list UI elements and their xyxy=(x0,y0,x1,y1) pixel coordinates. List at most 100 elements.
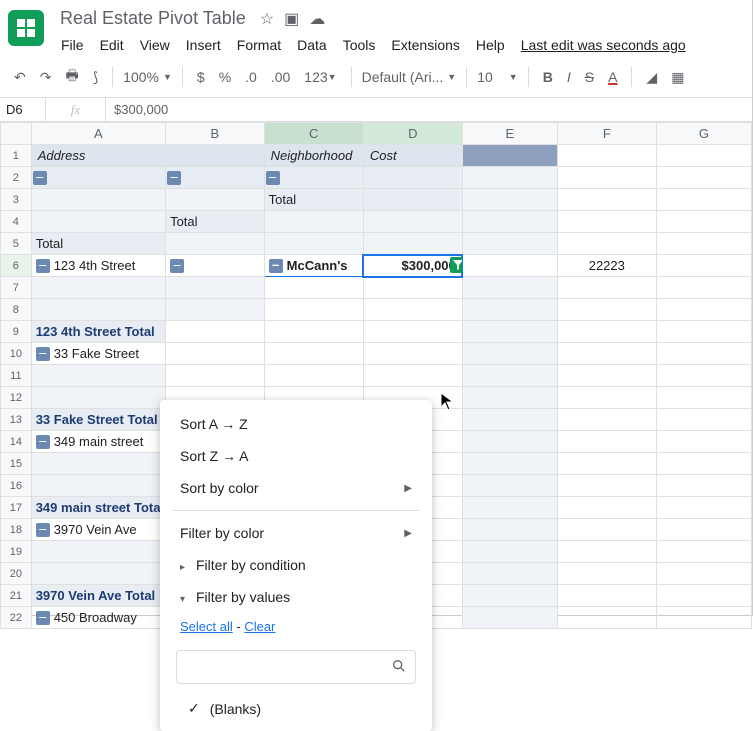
cloud-icon[interactable]: ☁ xyxy=(309,9,325,29)
col-header-f[interactable]: F xyxy=(557,123,656,145)
cell[interactable]: 3970 Vein Ave Total xyxy=(31,585,165,607)
row-header[interactable]: 22 xyxy=(1,607,32,629)
row-header[interactable]: 11 xyxy=(1,365,32,387)
sheets-app-icon[interactable] xyxy=(8,10,44,46)
row-header[interactable]: 2 xyxy=(1,167,32,189)
filter-icon[interactable] xyxy=(450,257,463,273)
cell[interactable]: 22223 xyxy=(557,255,656,277)
collapse-icon[interactable]: – xyxy=(36,523,50,537)
percent-button[interactable]: % xyxy=(215,67,235,87)
row-header[interactable]: 21 xyxy=(1,585,32,607)
italic-button[interactable]: I xyxy=(563,67,575,87)
font-select[interactable]: Default (Ari...▼ xyxy=(362,69,457,85)
cell[interactable]: –450 Broadway xyxy=(31,607,165,629)
undo-button[interactable]: ↶ xyxy=(10,67,30,88)
pivot-header-neighborhood[interactable]: Neighborhood xyxy=(264,145,363,167)
cell[interactable]: 33 Fake Street Total xyxy=(31,409,165,431)
cell[interactable]: 349 main street Total xyxy=(31,497,165,519)
col-header-c[interactable]: C xyxy=(264,123,363,145)
last-edit-link[interactable]: Last edit was seconds ago xyxy=(514,33,693,57)
filter-search-input[interactable] xyxy=(185,658,391,676)
row-header[interactable]: 1 xyxy=(1,145,32,167)
row-header[interactable]: 5 xyxy=(1,233,32,255)
filter-search[interactable] xyxy=(176,650,416,684)
paint-format-button[interactable]: ⟆ xyxy=(89,67,102,88)
sort-az[interactable]: Sort A → Z xyxy=(160,408,432,440)
cell[interactable]: – xyxy=(166,255,265,277)
menu-help[interactable]: Help xyxy=(469,33,512,57)
menu-insert[interactable]: Insert xyxy=(179,33,228,57)
menu-tools[interactable]: Tools xyxy=(336,33,383,57)
select-all-corner[interactable] xyxy=(1,123,32,145)
bold-button[interactable]: B xyxy=(539,67,557,87)
menu-extensions[interactable]: Extensions xyxy=(384,33,466,57)
move-icon[interactable]: ▣ xyxy=(284,9,299,29)
redo-button[interactable]: ↷ xyxy=(36,67,56,88)
row-header[interactable]: 14 xyxy=(1,431,32,453)
print-button[interactable]: 🖶 xyxy=(61,63,82,91)
row-header[interactable]: 18 xyxy=(1,519,32,541)
cell[interactable]: 123 4th Street Total xyxy=(31,321,165,343)
collapse-icon[interactable]: – xyxy=(266,171,280,185)
decrease-decimal-button[interactable]: .0 xyxy=(241,67,261,87)
zoom-select[interactable]: 100%▼ xyxy=(123,69,172,85)
row-header[interactable]: 7 xyxy=(1,277,32,299)
name-box[interactable]: D6 xyxy=(0,98,46,121)
row-header[interactable]: 13 xyxy=(1,409,32,431)
row-header[interactable]: 6 xyxy=(1,255,32,277)
collapse-icon[interactable]: – xyxy=(36,347,50,361)
borders-button[interactable]: ▦ xyxy=(667,67,688,88)
strike-button[interactable]: S xyxy=(581,67,598,87)
currency-button[interactable]: $ xyxy=(193,67,209,87)
row-header[interactable]: 15 xyxy=(1,453,32,475)
filter-by-condition[interactable]: ▸Filter by condition xyxy=(160,549,432,581)
fill-color-button[interactable]: ◢ xyxy=(642,67,661,88)
increase-decimal-button[interactable]: .00 xyxy=(267,67,294,87)
collapse-icon[interactable]: – xyxy=(36,259,50,273)
text-color-button[interactable]: A xyxy=(604,67,621,87)
menu-edit[interactable]: Edit xyxy=(93,33,131,57)
row-header[interactable]: 3 xyxy=(1,189,32,211)
collapse-icon[interactable]: – xyxy=(167,171,181,185)
filter-by-color[interactable]: Filter by color▶ xyxy=(160,517,432,549)
font-size-select[interactable]: 10▼ xyxy=(477,69,518,85)
filter-by-values[interactable]: ▾Filter by values xyxy=(160,581,432,613)
menu-file[interactable]: File xyxy=(54,33,91,57)
select-all-link[interactable]: Select all xyxy=(180,619,233,634)
row-header[interactable]: 4 xyxy=(1,211,32,233)
cell[interactable]: –33 Fake Street xyxy=(31,343,165,365)
selected-cell[interactable]: $300,000 xyxy=(363,255,462,277)
col-header-e[interactable]: E xyxy=(462,123,557,145)
formula-input[interactable]: $300,000 xyxy=(106,102,176,117)
collapse-icon[interactable]: – xyxy=(170,259,184,273)
menu-data[interactable]: Data xyxy=(290,33,334,57)
menu-view[interactable]: View xyxy=(133,33,177,57)
row-header[interactable]: 8 xyxy=(1,299,32,321)
document-title[interactable]: Real Estate Pivot Table xyxy=(54,6,252,31)
row-header[interactable]: 17 xyxy=(1,497,32,519)
collapse-icon[interactable]: – xyxy=(33,171,47,185)
collapse-icon[interactable]: – xyxy=(36,435,50,449)
row-header[interactable]: 9 xyxy=(1,321,32,343)
clear-link[interactable]: Clear xyxy=(244,619,275,634)
more-formats-button[interactable]: 123▼ xyxy=(300,67,340,87)
col-header-g[interactable]: G xyxy=(656,123,751,145)
row-header[interactable]: 16 xyxy=(1,475,32,497)
filter-value-blanks[interactable]: ✓ (Blanks) xyxy=(160,694,432,723)
cell[interactable]: Total xyxy=(166,211,265,233)
cell[interactable]: Total xyxy=(264,189,363,211)
row-header[interactable]: 19 xyxy=(1,541,32,563)
sort-za[interactable]: Sort Z → A xyxy=(160,440,432,472)
col-header-b[interactable]: B xyxy=(166,123,265,145)
cell[interactable]: Total xyxy=(31,233,165,255)
pivot-header-address[interactable]: Address xyxy=(31,145,264,167)
pivot-header-cost[interactable]: Cost xyxy=(363,145,462,167)
sort-by-color[interactable]: Sort by color▶ xyxy=(160,472,432,504)
collapse-icon[interactable]: – xyxy=(36,611,50,625)
cell[interactable]: –McCann's xyxy=(264,255,363,277)
collapse-icon[interactable]: – xyxy=(269,259,283,273)
col-header-a[interactable]: A xyxy=(31,123,165,145)
cell[interactable]: –123 4th Street xyxy=(31,255,165,277)
col-header-d[interactable]: D xyxy=(363,123,462,145)
menu-format[interactable]: Format xyxy=(230,33,288,57)
